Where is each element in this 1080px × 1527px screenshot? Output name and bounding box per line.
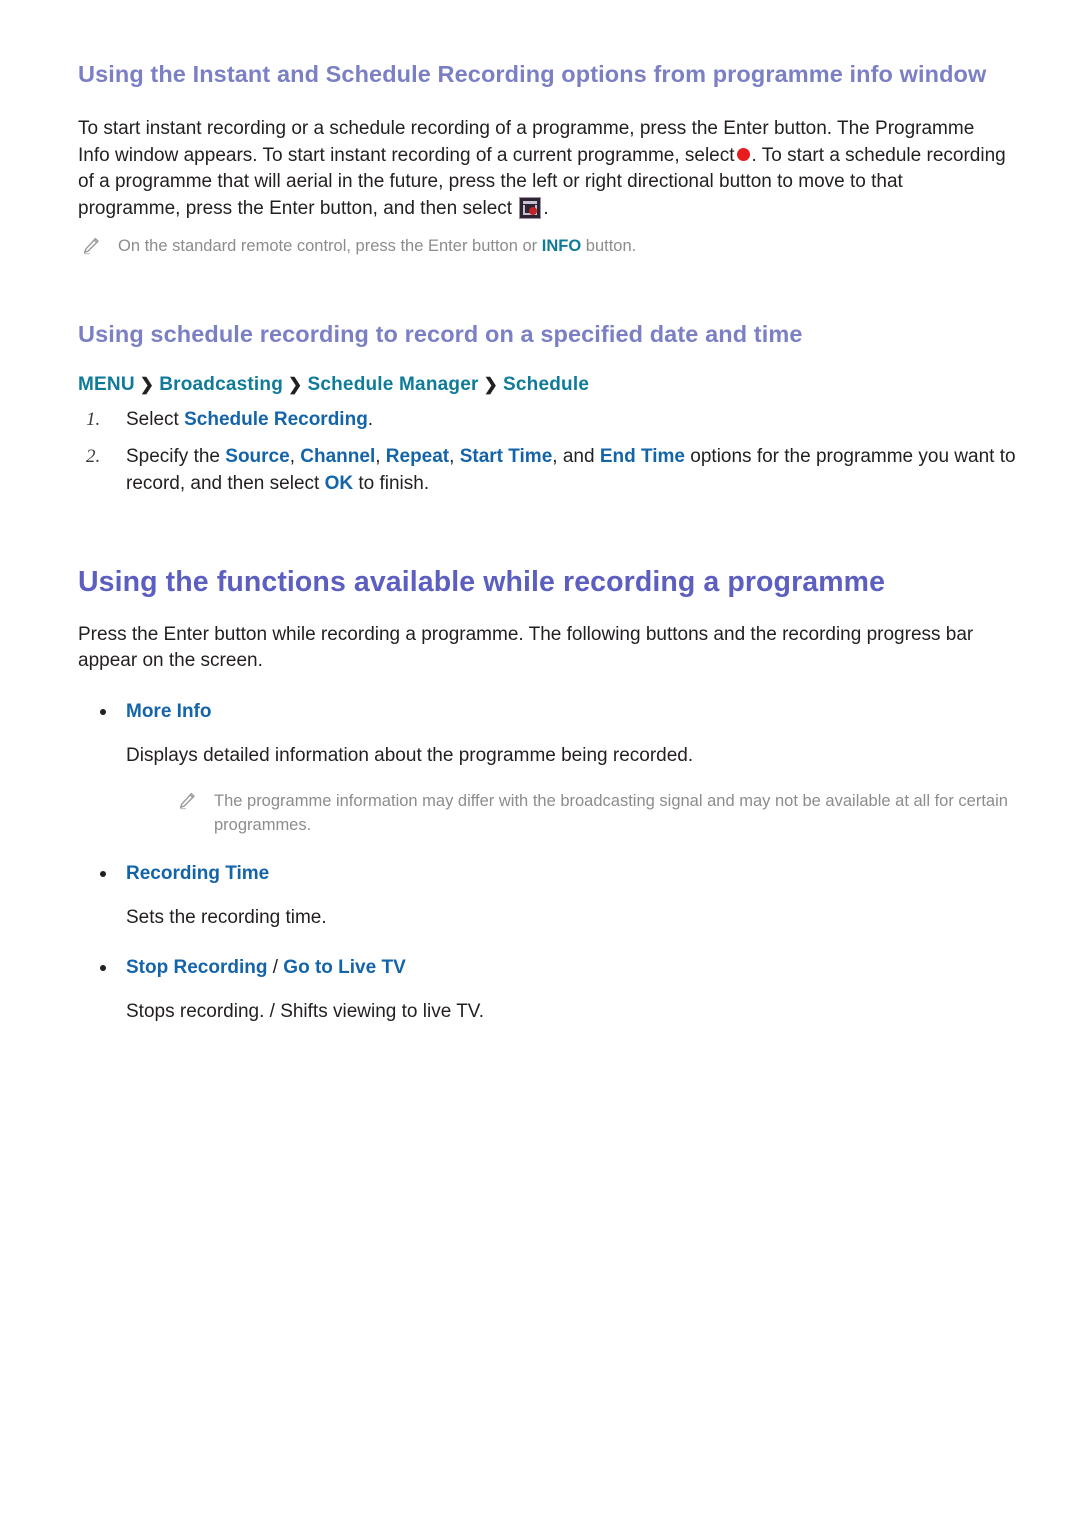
breadcrumb-item-schedule[interactable]: Schedule [503,374,589,395]
stop-recording-label[interactable]: Stop Recording [126,957,267,978]
page-title-functions-while-recording: Using the functions available while reco… [78,566,886,599]
bullet-marker-icon [100,870,106,877]
step-2-text-mid: , and [552,446,595,468]
schedule-icon-bar [523,200,538,204]
schedule-recording-link[interactable]: Schedule Recording [184,409,368,430]
section-heading-instant-schedule-recording: Using the Instant and Schedule Recording… [78,61,987,87]
document-page: Using the Instant and Schedule Recording… [0,0,1080,1025]
note-standard-remote-text: On the standard remote control, press th… [118,234,636,258]
recording-time-label[interactable]: Recording Time [126,861,1018,887]
step-item-2: 2. Specify the Source, Channel, Repeat, … [78,443,1018,497]
breadcrumb-item-broadcasting[interactable]: Broadcasting [159,374,283,395]
more-info-label[interactable]: More Info [126,699,1018,725]
go-to-live-tv-label[interactable]: Go to Live TV [283,957,405,978]
pencil-icon [78,234,104,256]
breadcrumb: MENU ❯ Broadcasting ❯ Schedule Manager ❯ Sched… [78,374,1018,396]
schedule-recording-steps: 1. Select Schedule Recording. 2. Specify… [78,406,1018,497]
schedule-recording-icon [519,196,542,219]
list-item-more-info: More Info Displays detailed information … [78,699,1018,837]
start-time-option-link[interactable]: Start Time [460,446,553,467]
breadcrumb-item-schedule-manager[interactable]: Schedule Manager [307,374,478,395]
list-item-stop-recording: Stop Recording / Go to Live TV Stops rec… [78,955,1018,1025]
chevron-right-icon: ❯ [288,375,303,395]
step-1-text-after: . [367,409,374,431]
chevron-right-icon: ❯ [483,375,499,395]
pencil-icon [174,789,200,811]
repeat-option-link[interactable]: Repeat [386,446,449,467]
list-item-recording-time: Recording Time Sets the recording time. [78,861,1018,931]
note-text-after: button. [585,237,637,256]
ok-button-link[interactable]: OK [325,473,354,494]
step-2-text-before: Specify the [126,446,220,468]
section1-paragraph-part3: . [543,197,549,219]
bullet-marker-icon [100,708,106,715]
step-number-2: 2. [86,446,101,468]
section3-intro-paragraph: Press the Enter button while recording a… [78,623,974,672]
more-info-description: Displays detailed information about the … [126,744,694,766]
stop-recording-description: Stops recording. / Shifts viewing to liv… [126,1000,485,1022]
step-number-1: 1. [86,409,101,431]
step-item-1: 1. Select Schedule Recording. [78,406,1018,433]
chevron-right-icon: ❯ [139,375,155,395]
note-standard-remote: On the standard remote control, press th… [78,234,1018,258]
label-separator: / [267,956,284,978]
source-option-link[interactable]: Source [225,446,289,467]
step-2-text-end: to finish. [358,473,430,495]
info-button-link[interactable]: INFO [542,237,581,255]
recording-functions-list: More Info Displays detailed information … [78,699,1018,1025]
section1-paragraph: To start instant recording or a schedule… [78,116,1008,222]
recording-time-description: Sets the recording time. [126,906,327,928]
section-heading-schedule-recording-date-time: Using schedule recording to record on a … [78,321,803,348]
breadcrumb-item-menu[interactable]: MENU [78,374,135,395]
channel-option-link[interactable]: Channel [300,446,375,467]
record-dot-icon [736,148,750,162]
stop-recording-label-group: Stop Recording / Go to Live TV [126,955,1018,981]
end-time-option-link[interactable]: End Time [600,446,685,467]
note-programme-information: The programme information may differ wit… [174,789,1018,837]
bullet-marker-icon [100,964,106,971]
step-1-text-before: Select [126,409,179,431]
note-text-before: On the standard remote control, press th… [118,237,538,256]
note-programme-information-text: The programme information may differ wit… [214,791,1008,834]
